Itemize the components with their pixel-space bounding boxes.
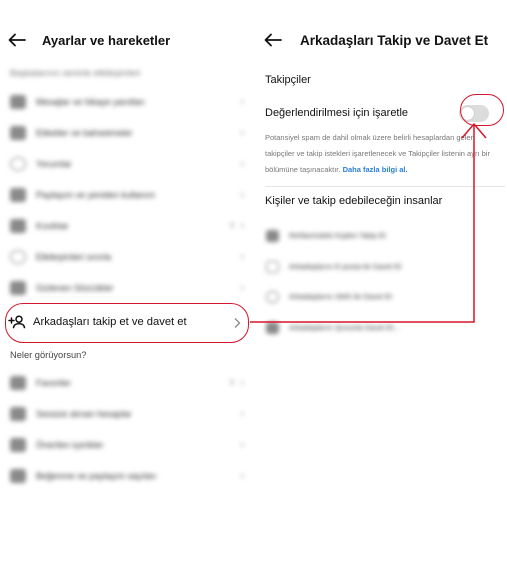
- back-arrow-icon[interactable]: [6, 29, 28, 51]
- chevron-right-icon: ›: [240, 250, 244, 263]
- settings-item-sharing[interactable]: Paylaşım ve yeniden kullanım ›: [0, 179, 252, 210]
- restricted-icon: [10, 218, 26, 233]
- settings-item-label: Yorumlar: [36, 158, 72, 169]
- chevron-right-icon: ›: [240, 281, 244, 294]
- page-title: Arkadaşları Takip ve Davet Et: [300, 32, 489, 48]
- learn-more-link[interactable]: Daha fazla bilgi al.: [343, 165, 408, 174]
- settings-item-restricted[interactable]: Kısıtlılar 0 ›: [0, 210, 252, 241]
- chevron-right-icon: ›: [240, 407, 244, 420]
- chevron-right-icon: ›: [240, 469, 244, 482]
- settings-item-label: Gizlenen Sözcükler: [36, 282, 114, 293]
- settings-item-tags[interactable]: Etiketler ve bahsetmeler ›: [0, 117, 252, 148]
- invite-item-label: Arkadaşlarını E-posta ile Davet Et: [289, 262, 402, 271]
- settings-header: Ayarlar ve hareketler: [0, 28, 252, 52]
- settings-item-limit[interactable]: Etkileşimleri sınırla ›: [0, 241, 252, 272]
- comment-icon: [10, 156, 26, 171]
- settings-item-label: Etiketler ve bahsetmeler: [36, 127, 133, 138]
- section-header: Başkalarının seninle etkileşimleri: [10, 68, 141, 78]
- description-text: Potansiyel spam de dahil olmak üzere bel…: [265, 130, 501, 178]
- toggle-label: Değerlendirilmesi için işaretle: [265, 107, 409, 119]
- settings-item-comments[interactable]: Yorumlar ›: [0, 148, 252, 179]
- settings-item-count: 0: [229, 378, 235, 387]
- invite-item-label: Arkadaşlarını SMS ile Davet Et: [289, 292, 392, 301]
- settings-item-label: Etkileşimleri sınırla: [36, 251, 112, 262]
- people-section-header: Kişiler ve takip edebileceğin insanlar: [265, 195, 443, 207]
- hidden-words-icon: [10, 280, 26, 295]
- divider: [265, 186, 505, 187]
- sms-icon: [266, 290, 279, 303]
- tag-icon: [10, 125, 26, 140]
- follow-invite-header: Arkadaşları Takip ve Davet Et: [257, 28, 507, 52]
- limit-icon: [10, 249, 26, 264]
- likes-icon: [10, 468, 26, 483]
- settings-item-messages[interactable]: Mesajlar ve hikaye yanıtları ›: [0, 86, 252, 117]
- followers-section-header: Takipçiler: [265, 74, 311, 86]
- invite-item-label: Arkadaşlarını Şununla Davet Et...: [289, 323, 400, 332]
- page-title: Ayarlar ve hareketler: [42, 32, 171, 48]
- settings-item-hidden-words[interactable]: Gizlenen Sözcükler ›: [0, 272, 252, 303]
- settings-item-muted[interactable]: Sessize alınan hesaplar ›: [0, 398, 252, 429]
- chevron-right-icon: ›: [240, 157, 244, 170]
- mute-icon: [10, 406, 26, 421]
- chevron-right-icon: ›: [240, 376, 244, 389]
- message-icon: [10, 94, 26, 109]
- settings-item-label: Paylaşım ve yeniden kullanım: [36, 189, 156, 200]
- star-icon: [10, 375, 26, 390]
- settings-item-label: Favoriler: [36, 377, 72, 388]
- settings-item-label: Önerilen içerikler: [36, 439, 104, 450]
- highlight-oval: [5, 303, 249, 343]
- back-arrow-icon[interactable]: [262, 29, 284, 51]
- invite-item-share[interactable]: Arkadaşlarını Şununla Davet Et...: [257, 313, 507, 342]
- invite-item-label: Rehberindeki Kişileri Takip Et: [289, 231, 386, 240]
- share-icon: [10, 187, 26, 202]
- section-header: Neler görüyorsun?: [10, 350, 87, 360]
- email-icon: [266, 260, 279, 273]
- settings-item-favorites[interactable]: Favoriler 0 ›: [0, 367, 252, 398]
- settings-item-suggested[interactable]: Önerilen içerikler ›: [0, 429, 252, 460]
- settings-panel: Ayarlar ve hareketler Başkalarının senin…: [0, 0, 252, 500]
- chevron-right-icon: ›: [240, 438, 244, 451]
- invite-item-email[interactable]: Arkadaşlarını E-posta ile Davet Et: [257, 252, 507, 281]
- chevron-right-icon: ›: [240, 219, 244, 232]
- settings-item-label: Beğenme ve paylaşım sayıları: [36, 470, 157, 481]
- contacts-icon: [266, 229, 279, 242]
- chevron-right-icon: ›: [240, 188, 244, 201]
- follow-invite-panel: Arkadaşları Takip ve Davet Et Takipçiler…: [257, 0, 507, 500]
- chevron-right-icon: ›: [240, 95, 244, 108]
- settings-item-label: Sessize alınan hesaplar: [36, 408, 132, 419]
- settings-item-likes[interactable]: Beğenme ve paylaşım sayıları ›: [0, 460, 252, 491]
- share-icon: [266, 321, 279, 334]
- settings-item-label: Kısıtlılar: [36, 220, 69, 231]
- invite-item-sms[interactable]: Arkadaşlarını SMS ile Davet Et: [257, 282, 507, 311]
- highlight-oval: [460, 94, 504, 126]
- invite-item-contacts[interactable]: Rehberindeki Kişileri Takip Et: [257, 221, 507, 250]
- suggested-icon: [10, 437, 26, 452]
- settings-item-label: Mesajlar ve hikaye yanıtları: [36, 96, 146, 107]
- chevron-right-icon: ›: [240, 126, 244, 139]
- settings-item-count: 0: [229, 221, 235, 230]
